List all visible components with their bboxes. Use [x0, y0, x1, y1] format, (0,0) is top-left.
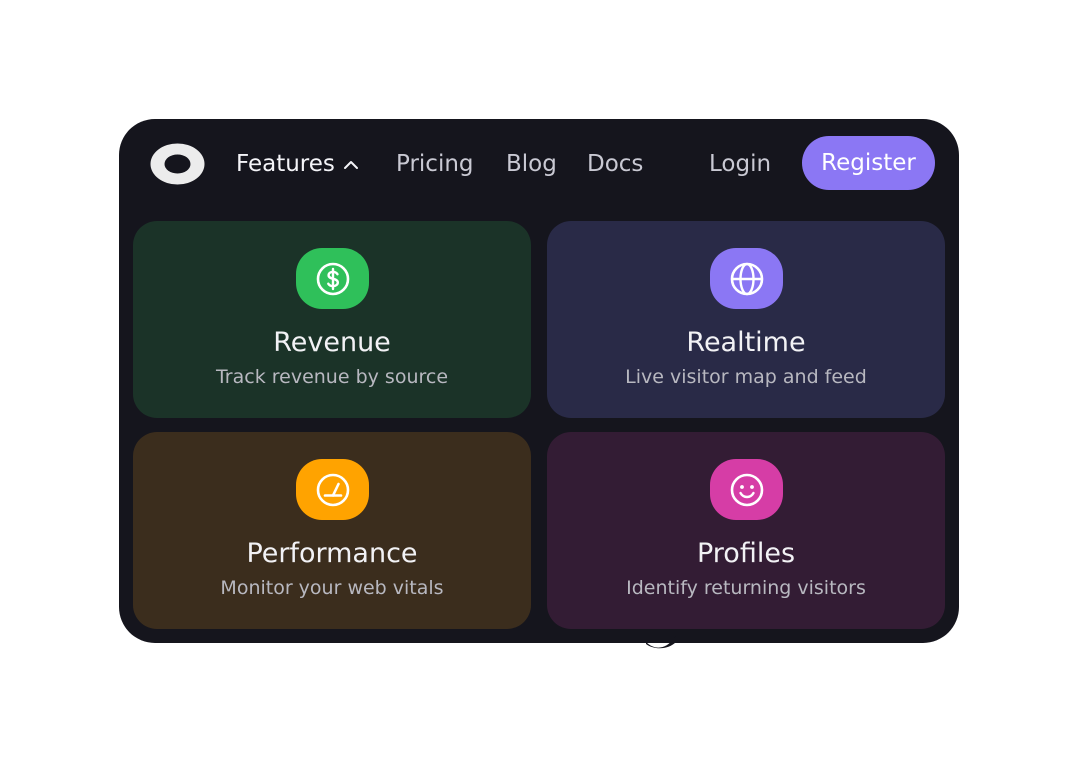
profiles-description: Identify returning visitors — [626, 577, 866, 599]
nav-link-docs[interactable]: Docs — [587, 147, 643, 181]
performance-title: Performance — [246, 538, 418, 569]
profiles-title: Profiles — [696, 538, 796, 569]
smiley-face-icon — [730, 473, 763, 506]
performance-description: Monitor your web vitals — [220, 577, 444, 599]
revenue-title: Revenue — [273, 327, 391, 358]
realtime-description: Live visitor map and feed — [625, 366, 867, 388]
features-label: Features — [236, 151, 335, 177]
register-button[interactable]: Register — [802, 136, 935, 190]
feature-card-realtime[interactable]: Realtime Live visitor map and feed — [547, 221, 945, 418]
dollar-circle-icon — [316, 262, 349, 295]
login-link[interactable]: Login — [709, 147, 771, 181]
chevron-up-icon — [343, 161, 358, 169]
nav-link-pricing[interactable]: Pricing — [396, 147, 474, 181]
features-dropdown-panel: Features Pricing Blog Docs Login Registe… — [119, 119, 959, 643]
globe-icon — [730, 262, 763, 295]
profiles-icon-badge — [710, 459, 783, 520]
feature-card-performance[interactable]: Performance Monitor your web vitals — [133, 432, 531, 629]
revenue-description: Track revenue by source — [215, 366, 449, 388]
performance-icon-badge — [296, 459, 369, 520]
logo-icon[interactable] — [150, 143, 205, 185]
realtime-icon-badge — [710, 248, 783, 309]
revenue-icon-badge — [296, 248, 369, 309]
top-navigation: Features Pricing Blog Docs Login Registe… — [119, 119, 959, 211]
nav-link-blog[interactable]: Blog — [506, 147, 557, 181]
feature-card-profiles[interactable]: Profiles Identify returning visitors — [547, 432, 945, 629]
background-glyph-fragment — [646, 636, 676, 649]
features-menu-toggle[interactable]: Features — [236, 147, 359, 181]
realtime-title: Realtime — [686, 327, 806, 358]
feature-card-revenue[interactable]: Revenue Track revenue by source — [133, 221, 531, 418]
gauge-icon — [316, 473, 349, 506]
